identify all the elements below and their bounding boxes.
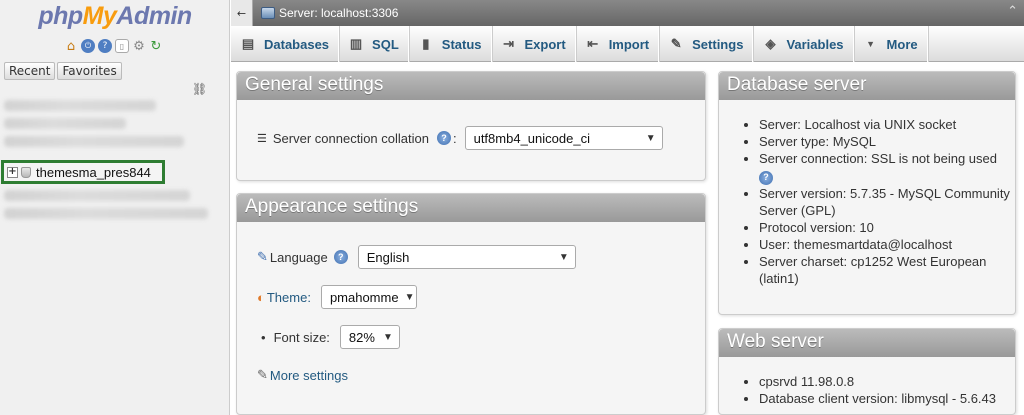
expand-icon[interactable]: + — [7, 166, 18, 178]
panel-title: Appearance settings — [237, 194, 705, 222]
language-icon: ✎ — [257, 249, 268, 264]
theme-row: ◐ Theme: pmahomme ▼ — [257, 285, 417, 309]
list-item: Server: Localhost via UNIX socket — [759, 116, 1011, 133]
more-settings-link[interactable]: More settings — [270, 368, 348, 383]
chevron-down-icon: ▼ — [645, 132, 656, 144]
docs-icon[interactable]: ? — [98, 39, 112, 53]
font-size-select[interactable]: 82% ▼ — [339, 325, 400, 349]
appearance-settings-panel: Appearance settings ✎ Language ? English… — [236, 193, 706, 415]
database-icon — [21, 166, 31, 178]
database-server-panel: Database server Server: Localhost via UN… — [718, 71, 1016, 315]
home-icon[interactable]: ⌂ — [64, 39, 78, 54]
db-tree-item-selected[interactable]: + themesma_pres844 — [1, 160, 165, 184]
nav-icon-bar: ⌂ ⏻ ? ▯ ⚙ ↻ — [64, 39, 163, 54]
ssl-status: Server connection: SSL is not being used — [759, 151, 997, 166]
collation-row: ☰ Server connection collation ? : utf8mb… — [257, 126, 663, 150]
tab-import[interactable]: ⇤ Import — [576, 26, 660, 62]
blurred-db-row[interactable] — [4, 208, 208, 219]
variables-icon: ◈ — [765, 36, 776, 51]
collapse-top-icon[interactable]: ⌃ — [1007, 4, 1018, 19]
collapse-nav-button[interactable]: ← — [231, 0, 253, 26]
navigation-panel: phpMyAdmin ⌂ ⏻ ? ▯ ⚙ ↻ Recent Favorites … — [0, 0, 230, 415]
main-menu: ▤ Databases ▥ SQL ▮ Status ⇥ Export ⇤ Import … — [231, 26, 1024, 62]
language-row: ✎ Language ? English ▼ — [257, 245, 576, 269]
list-item: Server version: 5.7.35 - MySQL Community… — [759, 185, 1011, 219]
link-icon[interactable]: ⛓ — [192, 82, 207, 96]
chevron-down-icon: ▼ — [383, 331, 393, 343]
list-icon: ☰ — [257, 132, 267, 145]
help-icon[interactable]: ? — [759, 170, 773, 185]
web-server-info-list: cpsrvd 11.98.0.8 Database client version… — [759, 373, 1011, 407]
language-label: Language — [269, 249, 328, 265]
blurred-db-row[interactable] — [4, 118, 126, 129]
wrench-icon: ✎ — [257, 367, 268, 382]
settings-icon[interactable]: ⚙ — [132, 39, 146, 54]
general-settings-panel: General settings ☰ Server connection col… — [236, 71, 706, 181]
blurred-db-row[interactable] — [4, 100, 156, 111]
panel-title: Web server — [719, 329, 1015, 357]
blurred-db-row[interactable] — [4, 136, 184, 147]
panel-title: General settings — [237, 72, 705, 100]
tab-favorites[interactable]: Favorites — [57, 62, 122, 80]
logo-php: php — [38, 2, 83, 30]
tab-status[interactable]: ▮ Status — [409, 26, 492, 62]
db-server-info-list: Server: Localhost via UNIX socket Server… — [759, 116, 1011, 287]
font-size-label: Font size: — [273, 329, 330, 345]
tab-export[interactable]: ⇥ Export — [492, 26, 576, 62]
panel-title: Database server — [719, 72, 1015, 100]
server-breadcrumb[interactable]: Server: localhost:3306 — [279, 6, 398, 20]
tab-recent[interactable]: Recent — [4, 62, 56, 80]
phpmyadmin-logo[interactable]: phpMyAdmin — [0, 2, 230, 31]
sql-icon: ▥ — [349, 36, 363, 51]
list-item: Protocol version: 10 — [759, 219, 1011, 236]
theme-select[interactable]: pmahomme ▼ — [320, 285, 417, 309]
export-icon: ⇥ — [503, 36, 514, 51]
font-size-row: • Font size: 82% ▼ — [261, 325, 400, 349]
collation-select[interactable]: utf8mb4_unicode_ci ▼ — [464, 126, 663, 150]
logout-icon[interactable]: ⏻ — [81, 39, 95, 53]
chevron-down-icon: ▼ — [404, 291, 415, 303]
server-icon — [261, 7, 275, 19]
chevron-down-icon: ▼ — [558, 251, 569, 263]
tab-variables[interactable]: ◈ Variables — [753, 26, 854, 62]
server-breadcrumb-bar: ← Server: localhost:3306 ⌃ — [231, 0, 1024, 26]
logo-admin: Admin — [116, 2, 192, 30]
list-item: Server type: MySQL — [759, 133, 1011, 150]
help-icon[interactable]: ? — [436, 131, 451, 145]
databases-icon: ▤ — [241, 36, 255, 51]
chevron-down-icon: ▼ — [866, 39, 875, 49]
tab-sql[interactable]: ▥ SQL — [339, 26, 409, 62]
list-item: Server connection: SSL is not being used… — [759, 150, 1011, 185]
wrench-icon: ✎ — [670, 36, 682, 51]
theme-link[interactable]: Theme: — [267, 290, 311, 305]
status-icon: ▮ — [422, 36, 430, 51]
list-item: Server charset: cp1252 West European (la… — [759, 253, 1011, 287]
tab-databases[interactable]: ▤ Databases — [231, 26, 340, 62]
db-name[interactable]: themesma_pres844 — [36, 165, 151, 180]
list-item: User: themesmartdata@localhost — [759, 236, 1011, 253]
list-item: Database client version: libmysql - 5.6.… — [759, 390, 1011, 407]
more-settings-row: ✎ More settings — [257, 367, 348, 383]
docs-page-icon[interactable]: ▯ — [115, 39, 129, 53]
tab-more[interactable]: ▼ More — [854, 26, 928, 62]
theme-icon: ◐ — [257, 289, 265, 305]
collation-label: Server connection collation — [272, 130, 429, 146]
bullet: • — [261, 329, 266, 345]
tab-settings[interactable]: ✎ Settings — [659, 26, 754, 62]
reload-icon[interactable]: ↻ — [149, 39, 163, 54]
logo-my: My — [82, 2, 117, 30]
nav-tabs: Recent Favorites — [4, 62, 122, 80]
web-server-panel: Web server cpsrvd 11.98.0.8 Database cli… — [718, 328, 1016, 415]
blurred-db-row[interactable] — [4, 190, 190, 201]
language-select[interactable]: English ▼ — [357, 245, 576, 269]
list-item: cpsrvd 11.98.0.8 — [759, 373, 1011, 390]
collation-colon: : — [452, 130, 457, 146]
help-icon[interactable]: ? — [333, 250, 348, 264]
import-icon: ⇤ — [587, 36, 599, 51]
